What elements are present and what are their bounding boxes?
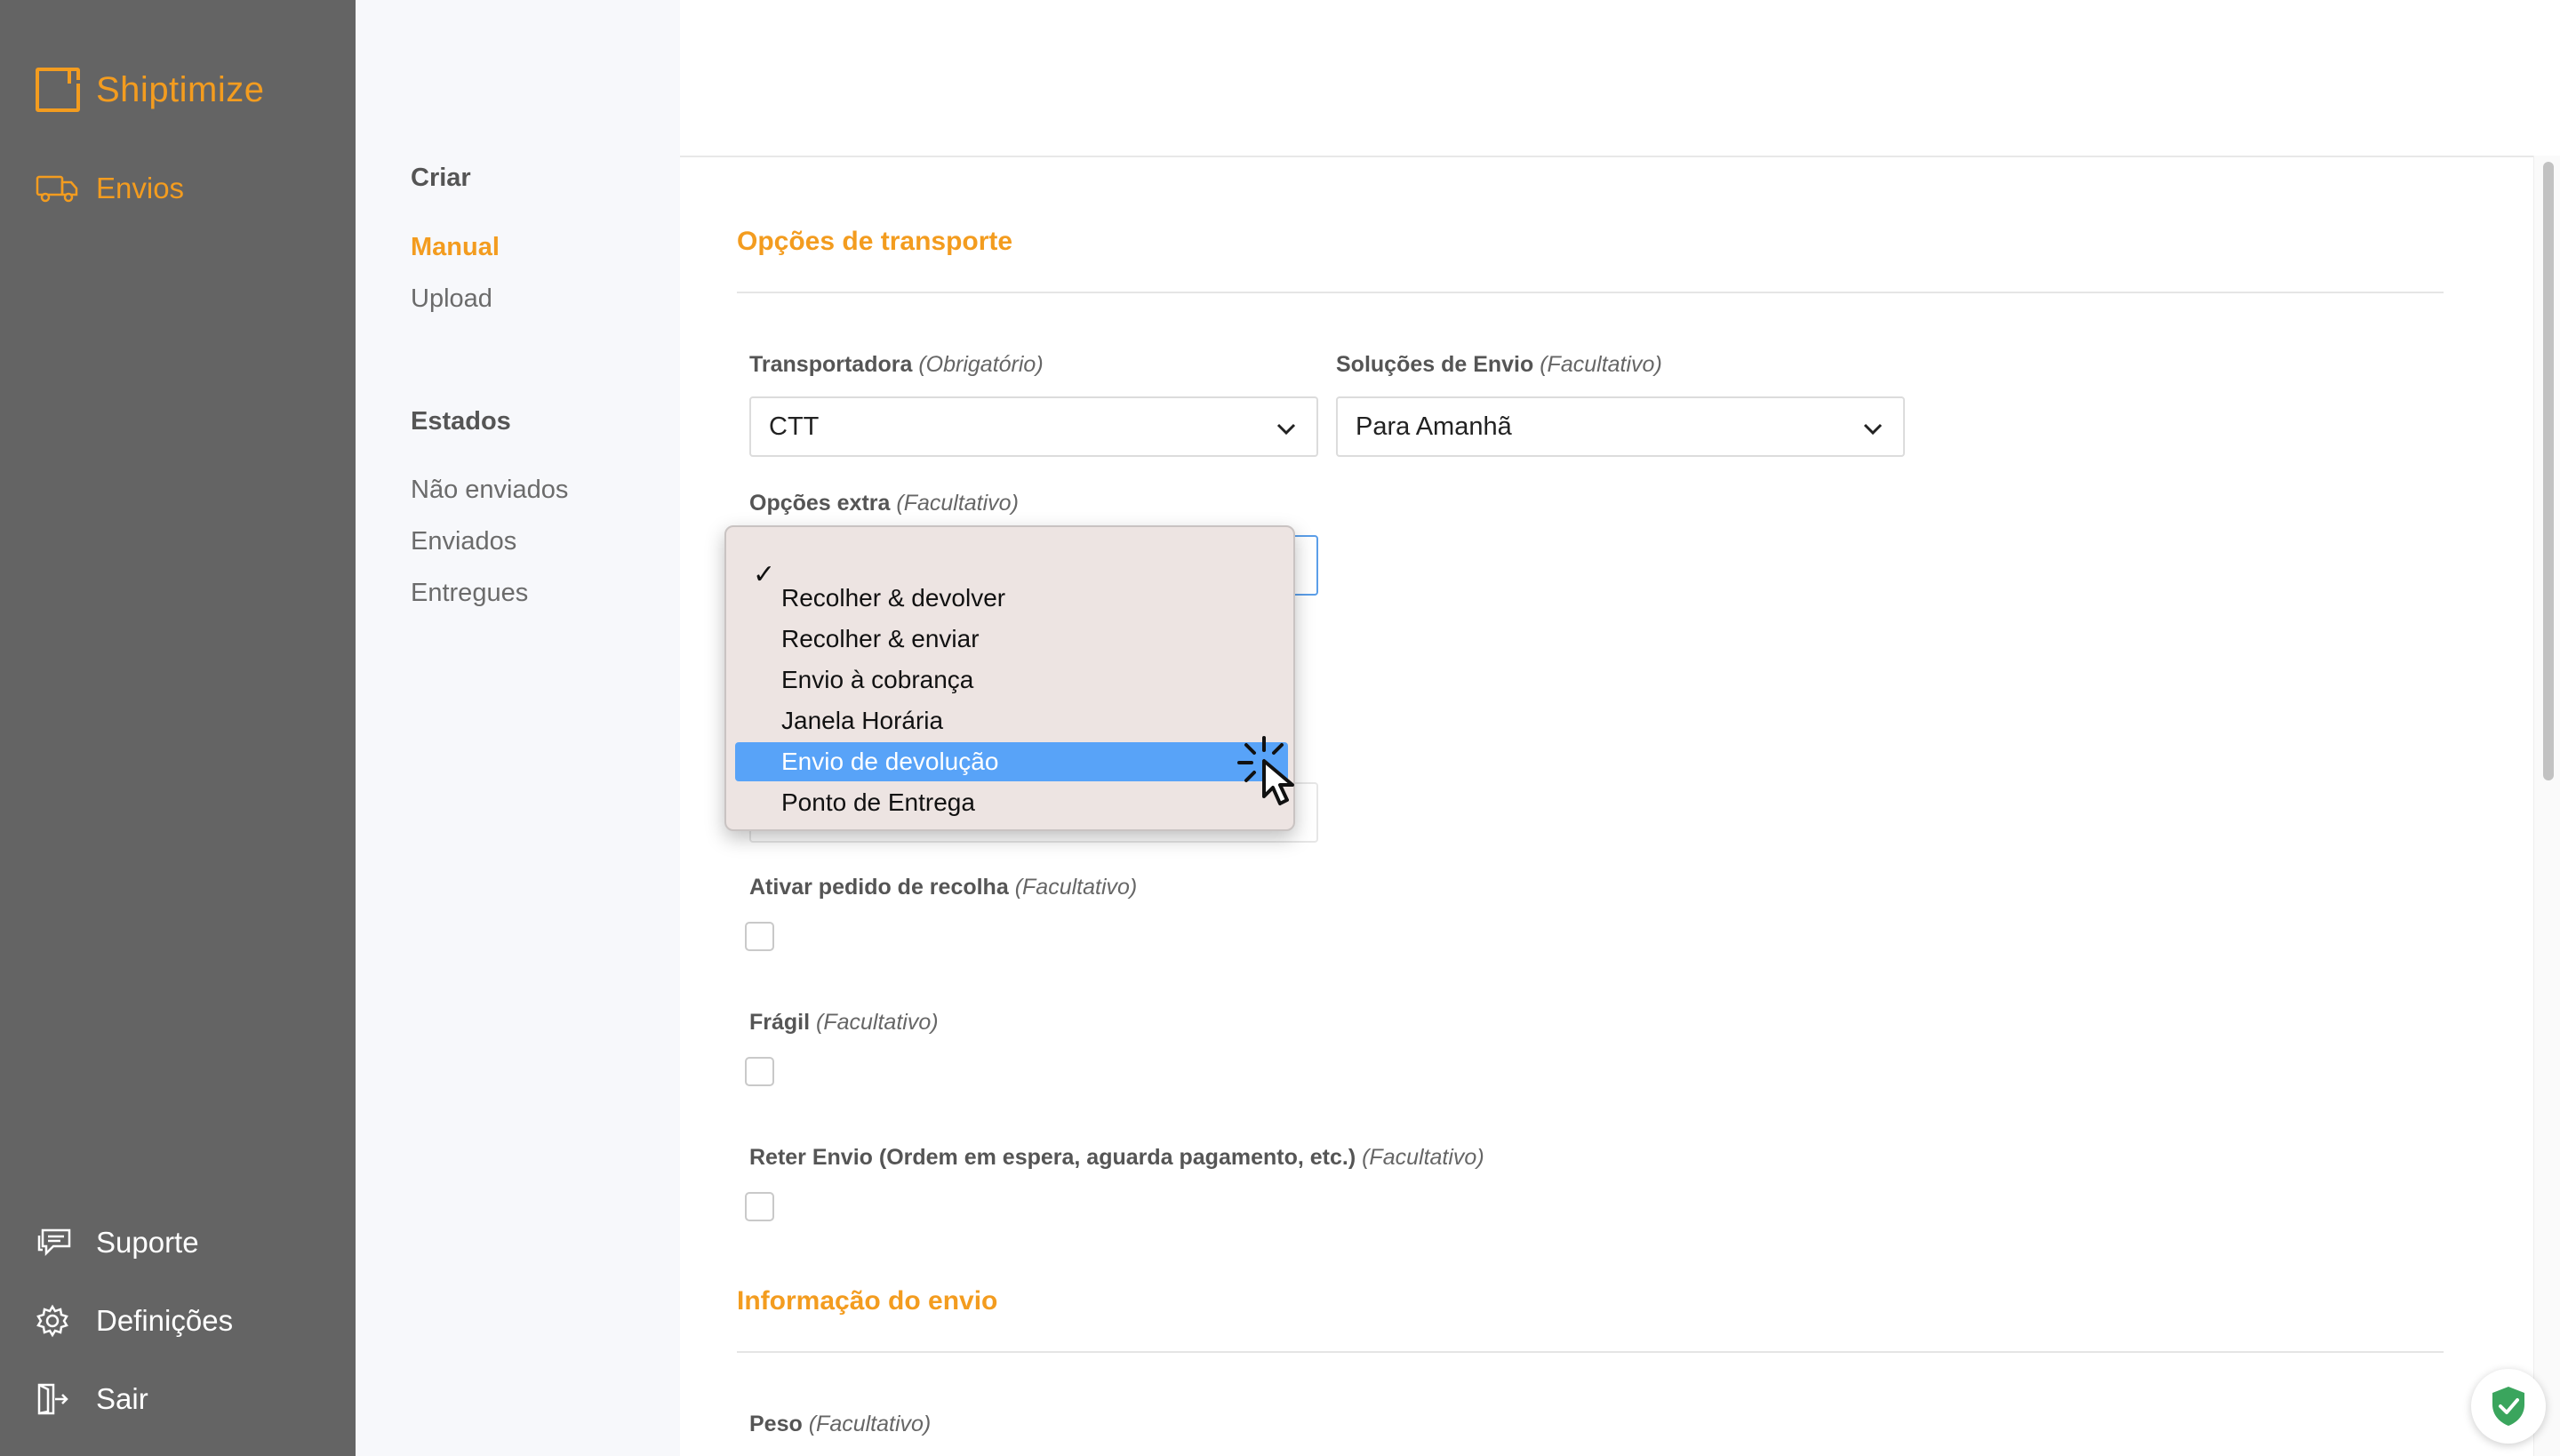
fragile-label: Frágil (Facultativo) [749, 1010, 939, 1036]
weight-label: Peso (Facultativo) [749, 1412, 931, 1437]
section-divider [737, 292, 2444, 293]
dropdown-option-empty[interactable]: ✓ [735, 543, 1288, 589]
carrier-select-value: CTT [769, 412, 820, 441]
shipping-solutions-label-text: Soluções de Envio [1336, 352, 1534, 377]
sidebar-item-label: Envios [96, 172, 185, 204]
dropdown-option[interactable]: Ponto de Entrega [735, 783, 1288, 822]
subnav-item-upload[interactable]: Upload [411, 284, 492, 314]
dropdown-option[interactable]: Envio à cobrança [735, 660, 1288, 700]
hold-shipment-hint: (Facultativo) [1362, 1145, 1484, 1170]
logo-mark-icon [36, 68, 80, 112]
carrier-hint: (Obrigatório) [918, 352, 1044, 377]
shipping-solutions-select[interactable]: Para Amanhã [1336, 396, 1905, 457]
pickup-request-label-text: Ativar pedido de recolha [749, 875, 1009, 900]
subnav-item-entregues[interactable]: Entregues [411, 579, 528, 608]
carrier-label: Transportadora (Obrigatório) [749, 352, 1044, 378]
fragile-checkbox[interactable] [745, 1057, 774, 1086]
chevron-down-icon [1276, 423, 1296, 436]
subnav-item-enviados[interactable]: Enviados [411, 527, 516, 556]
hold-shipment-checkbox[interactable] [745, 1192, 774, 1221]
chat-icon [36, 1225, 78, 1260]
logo[interactable]: Shiptimize [36, 68, 265, 112]
hold-shipment-label-text: Reter Envio (Ordem em espera, aguarda pa… [749, 1145, 1356, 1170]
hold-shipment-label: Reter Envio (Ordem em espera, aguarda pa… [749, 1145, 1484, 1171]
transport-section-title: Opções de transporte [737, 227, 1013, 256]
fragile-label-text: Frágil [749, 1010, 811, 1035]
fragile-hint: (Facultativo) [816, 1010, 939, 1035]
click-cursor-icon [1237, 736, 1294, 805]
shipping-solutions-label: Soluções de Envio (Facultativo) [1336, 352, 1662, 378]
sidebar-item-definicoes[interactable]: Definições [36, 1303, 233, 1339]
sidebar-item-suporte[interactable]: Suporte [36, 1225, 199, 1260]
weight-hint: (Facultativo) [808, 1412, 932, 1436]
section-title-estados: Estados [411, 407, 511, 436]
dropdown-option-highlighted[interactable]: Envio de devolução [735, 742, 1288, 781]
sidebar-item-sair[interactable]: Sair [36, 1381, 148, 1417]
secondary-sidebar: Criar Manual Upload Estados Não enviados… [356, 0, 680, 1456]
logout-icon [36, 1381, 78, 1417]
weight-label-text: Peso [749, 1412, 803, 1436]
main-sidebar: Shiptimize Envios Suporte Definições Sai… [0, 0, 356, 1456]
shipping-solutions-select-value: Para Amanhã [1356, 412, 1512, 441]
logo-text: Shiptimize [96, 69, 265, 109]
truck-icon [36, 171, 78, 206]
sidebar-item-label: Suporte [96, 1226, 199, 1259]
pickup-request-checkbox[interactable] [745, 922, 774, 951]
header-divider [680, 156, 2533, 157]
subnav-item-nao-enviados[interactable]: Não enviados [411, 476, 568, 505]
extra-options-hint: (Facultativo) [896, 491, 1019, 516]
sidebar-item-envios[interactable]: Envios [36, 171, 184, 206]
subnav-item-manual[interactable]: Manual [411, 233, 500, 262]
shield-check-icon [2492, 1387, 2524, 1426]
carrier-select[interactable]: CTT [749, 396, 1318, 457]
scrollbar-thumb[interactable] [2543, 162, 2554, 780]
extra-options-label-text: Opções extra [749, 491, 891, 516]
sidebar-item-label: Sair [96, 1382, 148, 1415]
pickup-request-label: Ativar pedido de recolha (Facultativo) [749, 875, 1137, 900]
dropdown-option[interactable]: Recolher & devolver [735, 579, 1288, 618]
extra-options-label: Opções extra (Facultativo) [749, 491, 1019, 516]
extra-options-dropdown: ✓ Recolher & devolver Recolher & enviar … [724, 525, 1295, 831]
section-title-criar: Criar [411, 164, 471, 192]
gear-icon [36, 1303, 78, 1339]
shipping-solutions-hint: (Facultativo) [1540, 352, 1662, 377]
chevron-down-icon [1863, 423, 1883, 436]
dropdown-option[interactable]: Recolher & enviar [735, 620, 1288, 659]
pickup-request-hint: (Facultativo) [1014, 875, 1138, 900]
dropdown-option[interactable]: Janela Horária [735, 701, 1288, 740]
sidebar-item-label: Definições [96, 1304, 234, 1337]
shipment-info-section-title: Informação do envio [737, 1286, 998, 1316]
section-divider [737, 1351, 2444, 1353]
carrier-label-text: Transportadora [749, 352, 913, 377]
security-shield-button[interactable] [2471, 1369, 2546, 1444]
